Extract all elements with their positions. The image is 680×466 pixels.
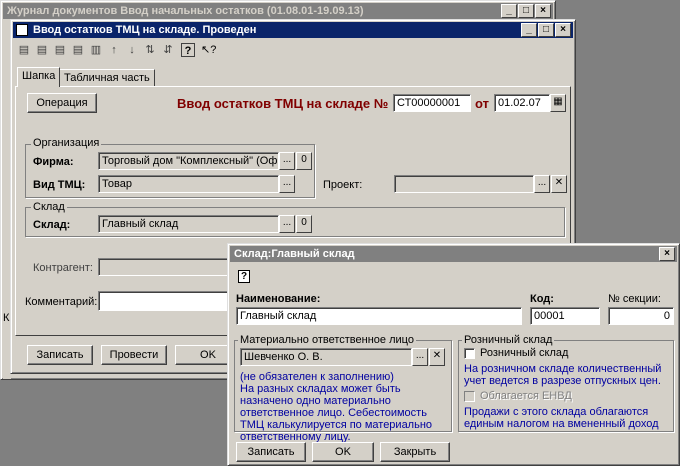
project-field[interactable]	[394, 175, 534, 193]
close-icon[interactable]: ×	[555, 23, 571, 37]
warehouse-label: Склад:	[33, 219, 71, 231]
save-button[interactable]: Записать	[27, 345, 93, 365]
mol-select-button[interactable]: ...	[412, 348, 428, 366]
comment-field[interactable]	[98, 291, 238, 311]
move-up-icon[interactable]: ↑	[107, 43, 121, 57]
context-help-icon[interactable]: ↖?	[201, 43, 216, 57]
journal-title: Журнал документов Ввод начальных остатко…	[7, 5, 364, 17]
section-label: № секции:	[608, 293, 661, 305]
journal-titlebar[interactable]: Журнал документов Ввод начальных остатко…	[3, 3, 553, 19]
maximize-icon[interactable]: □	[518, 4, 534, 18]
help-icon[interactable]: ?	[181, 43, 195, 57]
firm-open-button[interactable]: 0	[296, 152, 312, 170]
warehouse-group-label: Склад	[31, 201, 67, 213]
dialog-ok-button[interactable]: OK	[312, 442, 374, 462]
document-toolbar: ▤ ▤ ▤ ▤ ▥ ↑ ↓ ⇅ ⇵ ? ↖?	[13, 40, 573, 60]
retail-group-label: Розничный склад	[462, 334, 555, 346]
warehouse-dialog: Склад:Главный склад × ? Наименование: Гл…	[227, 243, 680, 466]
warehouse-field[interactable]: Главный склад	[98, 215, 279, 233]
code-label: Код:	[530, 293, 554, 305]
code-field[interactable]: 00001	[530, 307, 600, 325]
minimize-icon[interactable]: _	[521, 23, 537, 37]
dialog-save-button[interactable]: Записать	[236, 442, 306, 462]
name-label: Наименование:	[236, 293, 321, 305]
calendar-icon[interactable]: ▦	[550, 94, 566, 112]
envd-note: Продажи с этого склада облагаются единым…	[464, 406, 659, 430]
tmc-type-label: Вид ТМЦ:	[33, 179, 86, 191]
project-label: Проект:	[323, 179, 363, 191]
document-titlebar[interactable]: Ввод остатков ТМЦ на складе. Проведен _ …	[13, 22, 573, 38]
comment-label: Комментарий:	[25, 296, 98, 308]
firm-label: Фирма:	[33, 156, 74, 168]
tab-table-label: Табличная часть	[64, 72, 150, 84]
move-down-icon[interactable]: ↓	[125, 43, 139, 57]
maximize-icon[interactable]: □	[538, 23, 554, 37]
tmc-type-field[interactable]: Товар	[98, 175, 279, 193]
envd-checkbox	[464, 391, 475, 402]
dialog-close-button[interactable]: Закрыть	[380, 442, 450, 462]
retail-note: На розничном складе количественный учет …	[464, 363, 662, 387]
counterparty-label: Контрагент:	[33, 262, 93, 274]
mol-note-optional: (не обязателен к заполнению)	[240, 371, 394, 383]
tab-header-label: Шапка	[22, 70, 56, 82]
mol-group-label: Материально ответственное лицо	[238, 334, 416, 346]
mol-field[interactable]: Шевченко О. В.	[240, 348, 412, 366]
warehouse-open-button[interactable]: 0	[296, 215, 312, 233]
date-label: от	[475, 96, 489, 111]
doc-heading: Ввод остатков ТМЦ на складе №	[177, 96, 389, 111]
delete-row-icon[interactable]: ▤	[71, 43, 85, 57]
firm-select-button[interactable]: ...	[279, 152, 295, 170]
firm-field[interactable]: Торговый дом "Комплексный" (Офис)	[98, 152, 279, 170]
mol-note-text: На разных складах может быть назначено о…	[240, 383, 433, 443]
sort-desc-icon[interactable]: ⇵	[161, 43, 175, 57]
edit-row-icon[interactable]: ▤	[53, 43, 67, 57]
journal-row-fragment: К	[3, 312, 10, 324]
close-icon[interactable]: ×	[535, 4, 551, 18]
close-icon[interactable]: ×	[659, 247, 675, 261]
project-select-button[interactable]: ...	[534, 175, 550, 193]
post-button[interactable]: Провести	[101, 345, 167, 365]
warehouse-select-button[interactable]: ...	[279, 215, 295, 233]
counterparty-field[interactable]	[98, 258, 238, 276]
minimize-icon[interactable]: _	[501, 4, 517, 18]
section-field[interactable]: 0	[608, 307, 674, 325]
sort-asc-icon[interactable]: ⇅	[143, 43, 157, 57]
tab-header[interactable]: Шапка	[17, 67, 61, 87]
help-icon[interactable]: ?	[238, 270, 250, 283]
name-field[interactable]: Главный склад	[236, 307, 522, 325]
operation-button[interactable]: Операция	[27, 93, 97, 113]
mol-clear-icon[interactable]: ✕	[429, 348, 445, 366]
tmc-type-select-button[interactable]: ...	[279, 175, 295, 193]
tab-table[interactable]: Табличная часть	[59, 69, 155, 86]
new-row-icon[interactable]: ▤	[17, 43, 31, 57]
doc-number-field[interactable]: СТ00000001	[393, 94, 471, 112]
envd-checkbox-label: Облагается ЕНВД	[480, 390, 572, 402]
project-clear-icon[interactable]: ✕	[551, 175, 567, 193]
retail-checkbox[interactable]	[464, 348, 475, 359]
warehouse-dialog-titlebar[interactable]: Склад:Главный склад ×	[230, 246, 677, 262]
copy-row-icon[interactable]: ▤	[35, 43, 49, 57]
document-title: Ввод остатков ТМЦ на складе. Проведен	[33, 24, 257, 36]
retail-checkbox-label: Розничный склад	[480, 347, 569, 359]
document-icon	[16, 24, 28, 36]
doc-date-field[interactable]: 01.02.07	[494, 94, 550, 112]
warehouse-dialog-title: Склад:Главный склад	[234, 248, 355, 260]
structure-icon[interactable]: ▥	[89, 43, 103, 57]
organization-group-label: Организация	[31, 137, 102, 149]
